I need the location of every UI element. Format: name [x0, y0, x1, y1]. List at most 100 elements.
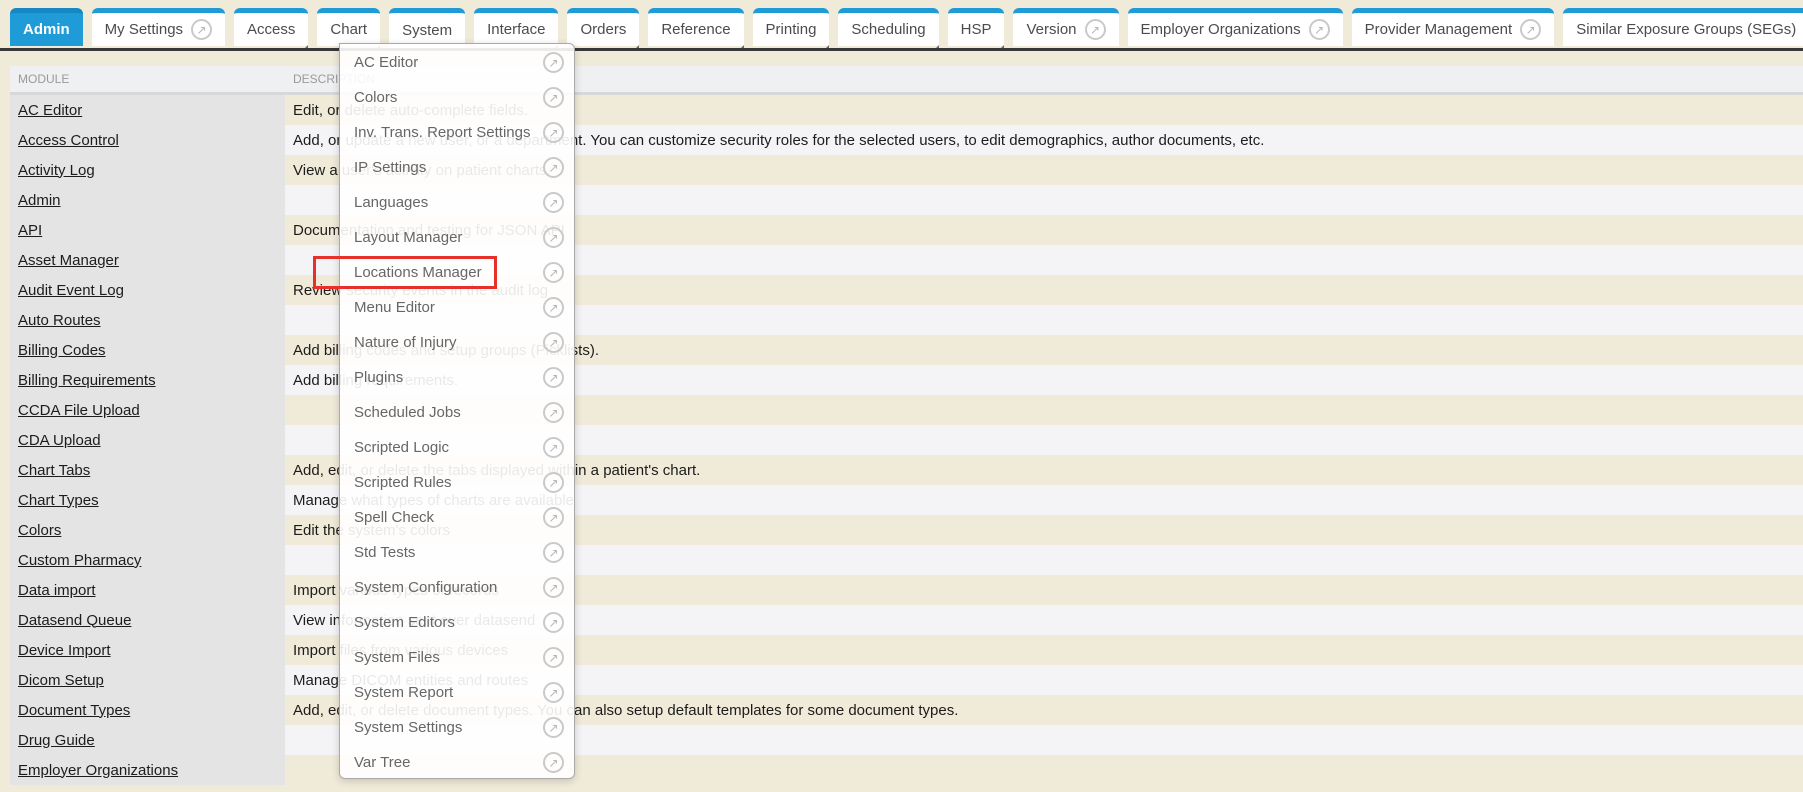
external-link-icon[interactable]: ↗ [543, 157, 564, 178]
module-link-asset-manager[interactable]: Asset Manager [18, 252, 119, 269]
external-link-icon[interactable]: ↗ [543, 367, 564, 388]
external-link-icon[interactable]: ↗ [543, 507, 564, 528]
external-link-icon[interactable]: ↗ [543, 192, 564, 213]
module-link-billing-requirements[interactable]: Billing Requirements [18, 372, 156, 389]
menu-item-std-tests[interactable]: Std Tests↗ [340, 535, 574, 570]
external-link-icon[interactable]: ↗ [543, 647, 564, 668]
menu-item-var-tree[interactable]: Var Tree↗ [340, 745, 574, 780]
module-link-document-types[interactable]: Document Types [18, 702, 130, 719]
tab-my-settings[interactable]: My Settings↗ [92, 8, 225, 46]
menu-item-plugins[interactable]: Plugins↗ [340, 360, 574, 395]
module-link-data-import[interactable]: Data import [18, 582, 96, 599]
tab-label: Similar Exposure Groups (SEGs) [1576, 21, 1796, 38]
menu-item-inv-trans-report-settings[interactable]: Inv. Trans. Report Settings↗ [340, 115, 574, 150]
menu-item-system-configuration[interactable]: System Configuration↗ [340, 570, 574, 605]
module-link-datasend-queue[interactable]: Datasend Queue [18, 612, 131, 629]
menu-item-system-report[interactable]: System Report↗ [340, 675, 574, 710]
menu-item-scheduled-jobs[interactable]: Scheduled Jobs↗ [340, 395, 574, 430]
tab-scheduling[interactable]: Scheduling [838, 8, 938, 46]
tab-orders[interactable]: Orders [567, 8, 639, 46]
menu-item-system-files[interactable]: System Files↗ [340, 640, 574, 675]
external-link-icon[interactable]: ↗ [1309, 19, 1330, 40]
tab-interface[interactable]: Interface [474, 8, 558, 46]
module-cell: CCDA File Upload [10, 395, 285, 425]
external-link-icon[interactable]: ↗ [543, 297, 564, 318]
tab-employer-organizations[interactable]: Employer Organizations↗ [1128, 8, 1343, 46]
external-link-icon[interactable]: ↗ [1520, 19, 1541, 40]
module-link-admin[interactable]: Admin [18, 192, 61, 209]
module-link-colors[interactable]: Colors [18, 522, 61, 539]
tab-provider-management[interactable]: Provider Management↗ [1352, 8, 1555, 46]
module-cell: CDA Upload [10, 425, 285, 455]
menu-item-ip-settings[interactable]: IP Settings↗ [340, 150, 574, 185]
external-link-icon[interactable]: ↗ [543, 87, 564, 108]
external-link-icon[interactable]: ↗ [191, 19, 212, 40]
external-link-icon[interactable]: ↗ [1085, 19, 1106, 40]
module-link-dicom-setup[interactable]: Dicom Setup [18, 672, 104, 689]
module-link-chart-types[interactable]: Chart Types [18, 492, 99, 509]
tab-admin[interactable]: Admin [10, 8, 83, 46]
external-link-icon[interactable]: ↗ [543, 332, 564, 353]
menu-item-spell-check[interactable]: Spell Check↗ [340, 500, 574, 535]
external-link-icon[interactable]: ↗ [543, 262, 564, 283]
external-link-icon[interactable]: ↗ [543, 577, 564, 598]
external-link-icon[interactable]: ↗ [543, 682, 564, 703]
menu-item-system-editors[interactable]: System Editors↗ [340, 605, 574, 640]
tab-similar-exposure-groups-segs[interactable]: Similar Exposure Groups (SEGs)↗ [1563, 8, 1803, 46]
tab-access[interactable]: Access [234, 8, 308, 46]
tab-label: Printing [766, 21, 817, 38]
module-link-custom-pharmacy[interactable]: Custom Pharmacy [18, 552, 141, 569]
menu-item-ac-editor[interactable]: AC Editor↗ [340, 45, 574, 80]
module-cell: Datasend Queue [10, 605, 285, 635]
tab-printing[interactable]: Printing [753, 8, 830, 46]
module-link-api[interactable]: API [18, 222, 42, 239]
module-cell: API [10, 215, 285, 245]
table-row: Billing CodesAdd billing codes and setup… [10, 335, 1803, 365]
external-link-icon[interactable]: ↗ [543, 402, 564, 423]
module-link-cda-upload[interactable]: CDA Upload [18, 432, 101, 449]
menu-item-label: System Files [354, 649, 543, 666]
menu-item-layout-manager[interactable]: Layout Manager↗ [340, 220, 574, 255]
table-body: AC EditorEdit, or delete auto-complete f… [10, 95, 1803, 785]
menu-item-nature-of-injury[interactable]: Nature of Injury↗ [340, 325, 574, 360]
module-link-ac-editor[interactable]: AC Editor [18, 102, 82, 119]
menu-item-label: Std Tests [354, 544, 543, 561]
external-link-icon[interactable]: ↗ [543, 752, 564, 773]
menu-item-languages[interactable]: Languages↗ [340, 185, 574, 220]
menu-item-system-settings[interactable]: System Settings↗ [340, 710, 574, 745]
module-link-employer-organizations[interactable]: Employer Organizations [18, 762, 178, 779]
tab-label: HSP [961, 21, 992, 38]
module-link-chart-tabs[interactable]: Chart Tabs [18, 462, 90, 479]
module-link-audit-event-log[interactable]: Audit Event Log [18, 282, 124, 299]
module-link-access-control[interactable]: Access Control [18, 132, 119, 149]
menu-item-scripted-rules[interactable]: Scripted Rules↗ [340, 465, 574, 500]
menu-item-menu-editor[interactable]: Menu Editor↗ [340, 290, 574, 325]
module-cell: Dicom Setup [10, 665, 285, 695]
external-link-icon[interactable]: ↗ [543, 542, 564, 563]
tab-reference[interactable]: Reference [648, 8, 743, 46]
module-link-activity-log[interactable]: Activity Log [18, 162, 95, 179]
module-link-drug-guide[interactable]: Drug Guide [18, 732, 95, 749]
menu-item-scripted-logic[interactable]: Scripted Logic↗ [340, 430, 574, 465]
external-link-icon[interactable]: ↗ [543, 717, 564, 738]
tab-label: Reference [661, 21, 730, 38]
external-link-icon[interactable]: ↗ [543, 437, 564, 458]
external-link-icon[interactable]: ↗ [543, 122, 564, 143]
module-link-billing-codes[interactable]: Billing Codes [18, 342, 106, 359]
menu-item-locations-manager[interactable]: Locations Manager↗ [340, 255, 574, 290]
module-link-ccda-file-upload[interactable]: CCDA File Upload [18, 402, 140, 419]
tab-system[interactable]: System [389, 8, 465, 48]
module-link-device-import[interactable]: Device Import [18, 642, 111, 659]
external-link-icon[interactable]: ↗ [543, 227, 564, 248]
external-link-icon[interactable]: ↗ [543, 612, 564, 633]
tab-version[interactable]: Version↗ [1013, 8, 1118, 46]
menu-item-colors[interactable]: Colors↗ [340, 80, 574, 115]
tab-hsp[interactable]: HSP [948, 8, 1005, 46]
external-link-icon[interactable]: ↗ [543, 472, 564, 493]
module-link-auto-routes[interactable]: Auto Routes [18, 312, 101, 329]
menu-item-label: Scripted Logic [354, 439, 543, 456]
tab-chart[interactable]: Chart [317, 8, 380, 46]
tab-label: Access [247, 21, 295, 38]
menu-item-label: IP Settings [354, 159, 543, 176]
external-link-icon[interactable]: ↗ [543, 52, 564, 73]
